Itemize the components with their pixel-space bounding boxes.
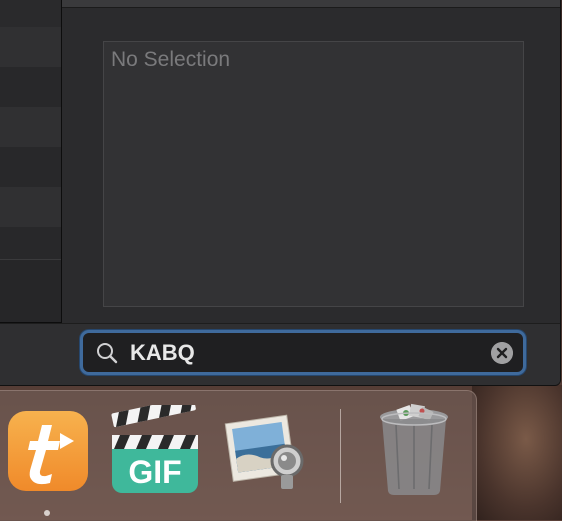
preview-app-icon[interactable] (215, 401, 310, 496)
preview-area: No Selection (103, 41, 524, 307)
list-item[interactable] (0, 147, 61, 187)
dock: GIF (0, 390, 477, 521)
running-indicator (44, 510, 50, 516)
list-item[interactable] (0, 27, 61, 67)
search-field[interactable] (80, 330, 526, 375)
dock-separator (340, 409, 341, 503)
gif-clapper-glyph: GIF (111, 396, 198, 493)
clear-circle-x-icon[interactable] (491, 342, 513, 364)
list-item[interactable] (0, 227, 61, 260)
wallpaper-detail (472, 385, 562, 520)
list-item[interactable] (0, 67, 61, 107)
app-window: No Selection (0, 0, 561, 386)
t-logo-glyph (28, 425, 74, 485)
trash-can-glyph (380, 403, 448, 495)
magnifying-glass-icon (97, 343, 118, 364)
list-item[interactable] (0, 107, 61, 147)
list-item[interactable] (0, 187, 61, 227)
preview-photos-glyph (224, 414, 304, 489)
search-input[interactable] (130, 339, 480, 367)
gif-brewery-icon[interactable]: GIF (110, 396, 200, 495)
svg-text:GIF: GIF (128, 454, 181, 490)
sidebar-list[interactable] (0, 0, 62, 323)
window-top-edge (62, 0, 560, 8)
trash-icon[interactable] (376, 403, 452, 497)
no-selection-label: No Selection (111, 48, 231, 71)
t-app-icon[interactable] (8, 411, 88, 491)
